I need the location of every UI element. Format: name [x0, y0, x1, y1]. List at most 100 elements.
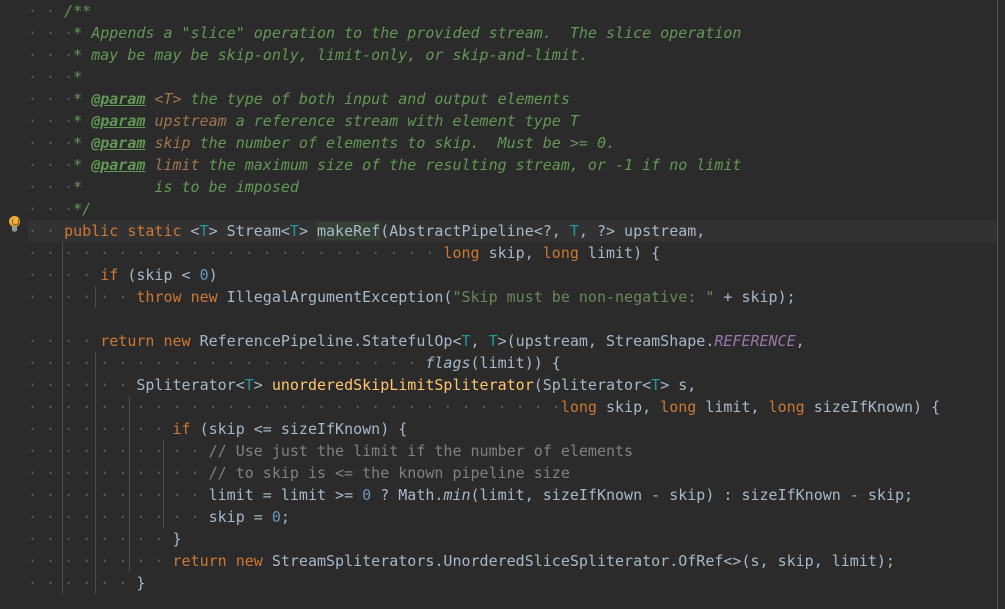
code-token-ident: >(upstream, StreamShape.: [497, 332, 715, 350]
code-token-ident: skip,: [596, 398, 661, 416]
whitespace-markers: · · ·: [28, 112, 74, 130]
code-token-ident: ): [208, 266, 218, 284]
code-token-kw: new: [190, 288, 218, 306]
code-token-doc: the type of both input and output elemen…: [181, 90, 570, 108]
code-token-docval: <T>: [154, 90, 182, 108]
code-token-tparam: T: [569, 222, 579, 240]
indent-guide: [95, 396, 97, 418]
indent-guide: [61, 264, 63, 286]
indent-guide: [95, 286, 97, 308]
whitespace-markers: · · ·: [28, 178, 74, 196]
code-line[interactable]: · · · · · · throw new IllegalArgumentExc…: [28, 286, 997, 308]
code-token-ident: ? Math.: [371, 486, 444, 504]
code-line[interactable]: [28, 308, 997, 330]
code-token-doc: /**: [64, 2, 92, 20]
code-line[interactable]: · · ·* @param <T> the type of both input…: [28, 88, 997, 110]
indent-guide: [129, 550, 131, 572]
whitespace-markers: · · · · · · · · · ·: [28, 464, 209, 482]
code-token-kw: long: [660, 398, 697, 416]
indent-guide: [162, 462, 164, 484]
indent-guide: [61, 374, 63, 396]
lightbulb-base-tip: [13, 230, 16, 232]
whitespace-markers: · · · ·: [28, 354, 101, 372]
code-line[interactable]: · · ·* Appends a "slice" operation to th…: [28, 22, 997, 44]
code-line[interactable]: · · · · · · · · · · skip = 0;: [28, 506, 997, 528]
code-token-kw: if: [172, 420, 191, 438]
indent-guide: [95, 352, 97, 374]
code-token-tparam: T: [651, 376, 661, 394]
indent-guide: [61, 286, 63, 308]
code-token-ident: [227, 552, 236, 570]
code-token-docval: upstream: [154, 112, 227, 130]
whitespace-markers: · · · ·: [28, 332, 101, 350]
code-token-ident: ,: [795, 332, 805, 350]
code-token-tparam: T: [244, 376, 254, 394]
code-line[interactable]: · · · · · · · · · · · · · · · · · · · · …: [28, 396, 997, 418]
code-line[interactable]: · · ·* may be may be skip-only, limit-on…: [28, 44, 997, 66]
code-line[interactable]: · · · · if (skip < 0): [28, 264, 997, 286]
lightbulb-icon[interactable]: [7, 216, 22, 233]
indent-guide: [95, 440, 97, 462]
code-line[interactable]: · · · · · · · · · · limit = limit >= 0 ?…: [28, 484, 997, 506]
code-token-doctag: @param: [91, 90, 146, 108]
code-token-num: 0: [199, 266, 209, 284]
whitespace-markers: · · · · · · · · · · · · · · · · · ·: [100, 354, 426, 372]
code-token-ident: }: [172, 530, 182, 548]
code-token-ident: > Stream<: [208, 222, 290, 240]
code-token-doc: the maximum size of the resulting stream…: [199, 156, 742, 174]
code-token-ident: Spliterator<: [136, 376, 245, 394]
code-token-ident: + skip);: [714, 288, 796, 306]
indent-guide: [95, 528, 97, 550]
code-line[interactable]: · · · · · · · · · · · · · · · · · · · · …: [28, 352, 997, 374]
code-line[interactable]: · · ·* @param limit the maximum size of …: [28, 154, 997, 176]
code-line[interactable]: · · ·*: [28, 66, 997, 88]
code-line[interactable]: · · · · · · · · · · · · · · · · · · · · …: [28, 242, 997, 264]
indent-guide: [61, 462, 63, 484]
code-token-doctag: @param: [91, 112, 146, 130]
indent-guide: [129, 396, 131, 418]
code-token-ident: · · · · · · · · · · · · · · · · · · · · …: [64, 244, 443, 262]
whitespace-markers: · ·: [28, 2, 65, 20]
code-token-doc: *: [73, 156, 92, 174]
indent-guide: [61, 352, 63, 374]
code-token-ident: sizeIfKnown) {: [804, 398, 941, 416]
editor-gutter[interactable]: [0, 0, 28, 609]
code-line[interactable]: · · · · return new ReferencePipeline.Sta…: [28, 330, 997, 352]
code-token-kw: throw: [136, 288, 182, 306]
code-line[interactable]: · · · · · · }: [28, 572, 997, 594]
code-line[interactable]: · · · · · · · · return new StreamSpliter…: [28, 550, 997, 572]
code-token-doc: * Appends a "slice" operation to the pro…: [73, 24, 742, 42]
code-line[interactable]: · · public static <T> Stream<T> makeRef(…: [28, 220, 997, 242]
indent-guide: [162, 506, 164, 528]
code-line[interactable]: · · ·*/: [28, 198, 997, 220]
code-line[interactable]: · · · · · · · · · · // to skip is <= the…: [28, 462, 997, 484]
code-token-kw: long: [542, 244, 579, 262]
code-token-ident: ,: [470, 332, 489, 350]
whitespace-markers: · · · · · · · · · · · · · · · · · · · · …: [136, 398, 561, 416]
whitespace-markers: · · ·: [28, 68, 74, 86]
code-editor[interactable]: · · /** · · ·* Appends a "slice" operatio…: [0, 0, 1005, 609]
code-line[interactable]: · · · · · · · · }: [28, 528, 997, 550]
code-line[interactable]: · · · · · · · · · · // Use just the limi…: [28, 440, 997, 462]
editor-scrollbar[interactable]: [998, 0, 1005, 609]
code-line[interactable]: · · · · · · Spliterator<T> unorderedSkip…: [28, 374, 997, 396]
whitespace-markers: · · · · · ·: [28, 398, 137, 416]
code-token-doctag: @param: [91, 156, 146, 174]
code-line[interactable]: · · ·* @param skip the number of element…: [28, 132, 997, 154]
whitespace-markers: · · · · · · · ·: [28, 530, 173, 548]
code-surface[interactable]: · · /** · · ·* Appends a "slice" operatio…: [28, 0, 997, 609]
code-token-cmt: // Use just the limit if the number of e…: [208, 442, 634, 460]
whitespace-markers: · · · · · · · · · ·: [28, 508, 209, 526]
code-token-ident: [182, 288, 191, 306]
code-line[interactable]: · · ·* @param upstream a reference strea…: [28, 110, 997, 132]
code-line[interactable]: · · /**: [28, 0, 997, 22]
code-token-doc: */: [73, 200, 92, 218]
code-line[interactable]: · · ·* is to be imposed: [28, 176, 997, 198]
code-line[interactable]: · · · · · · · · if (skip <= sizeIfKnown)…: [28, 418, 997, 440]
indent-guide: [95, 484, 97, 506]
indent-guide: [95, 374, 97, 396]
whitespace-markers: · · ·: [28, 90, 74, 108]
whitespace-markers: · · · ·: [28, 266, 101, 284]
whitespace-markers: · · · · · ·: [28, 574, 137, 592]
whitespace-markers: · · ·: [28, 156, 74, 174]
